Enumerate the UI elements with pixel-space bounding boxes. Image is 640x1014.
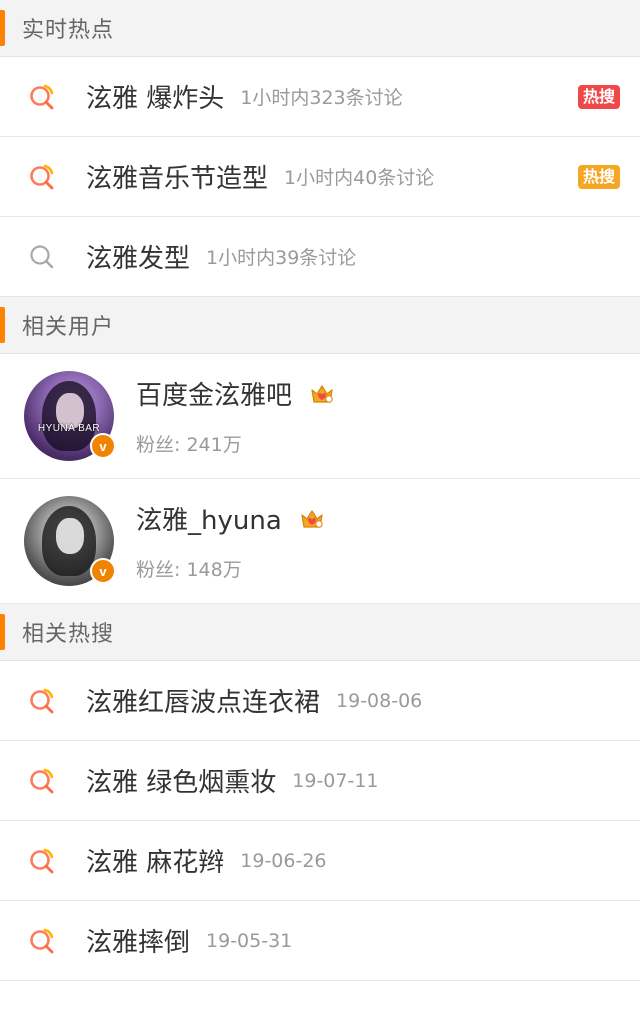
list-item-meta: 1小时内40条讨论 — [284, 167, 435, 189]
search-hot-icon — [30, 84, 54, 109]
list-item[interactable]: 泫雅 麻花辫 19-06-26 — [0, 821, 640, 901]
search-hot-icon — [30, 928, 54, 953]
user-item[interactable]: v 泫雅_hyuna 粉丝: 148万 — [0, 479, 640, 604]
follower-count: 粉丝: 241万 — [136, 434, 242, 456]
list-item-label: 泫雅 绿色烟熏妆 — [86, 768, 277, 798]
section-header-realtime: 实时热点 — [0, 0, 640, 57]
list-item-date: 19-07-11 — [292, 769, 379, 792]
list-item-date: 19-08-06 — [336, 689, 423, 712]
list-item-date: 19-06-26 — [240, 849, 327, 872]
list-item-meta: 1小时内39条讨论 — [206, 247, 357, 269]
list-item-label: 泫雅 爆炸头 — [86, 84, 225, 114]
section-accent-bar — [0, 10, 5, 46]
vip-crown-icon — [311, 384, 333, 403]
list-item-label: 泫雅摔倒 — [86, 928, 191, 958]
section-header-users: 相关用户 — [0, 297, 640, 354]
user-name: 百度金泫雅吧 — [136, 381, 293, 411]
follower-count: 粉丝: 148万 — [136, 559, 242, 581]
avatar[interactable]: HYUNA BAR v — [24, 371, 116, 461]
list-item-label: 泫雅 麻花辫 — [86, 848, 225, 878]
hot-search-badge: 热搜 — [577, 84, 620, 109]
vip-crown-icon — [301, 509, 323, 528]
list-item-date: 19-05-31 — [206, 929, 293, 952]
search-hot-icon — [30, 164, 54, 189]
section-accent-bar — [0, 614, 5, 650]
list-item[interactable]: 泫雅摔倒 19-05-31 — [0, 901, 640, 981]
list-item-label: 泫雅发型 — [86, 244, 191, 274]
list-item-label: 泫雅红唇波点连衣裙 — [86, 688, 321, 718]
section-title: 实时热点 — [22, 18, 115, 43]
list-item[interactable]: 泫雅发型 1小时内39条讨论 — [0, 217, 640, 297]
section-title: 相关用户 — [22, 315, 115, 340]
search-hot-icon — [30, 768, 54, 793]
user-item[interactable]: HYUNA BAR v 百度金泫雅吧 粉丝: 241万 — [0, 354, 640, 479]
list-item-label: 泫雅音乐节造型 — [86, 164, 269, 194]
list-item-meta: 1小时内323条讨论 — [240, 87, 403, 109]
avatar-text: HYUNA BAR — [37, 423, 101, 434]
section-header-related: 相关热搜 — [0, 604, 640, 661]
avatar[interactable]: v — [24, 496, 116, 586]
search-hot-icon — [30, 848, 54, 873]
list-item[interactable]: 泫雅 爆炸头 1小时内323条讨论 热搜 — [0, 57, 640, 137]
verified-badge-icon: v — [90, 433, 116, 459]
search-hot-icon — [30, 688, 54, 713]
section-title: 相关热搜 — [22, 622, 115, 647]
list-item[interactable]: 泫雅音乐节造型 1小时内40条讨论 热搜 — [0, 137, 640, 217]
user-name: 泫雅_hyuna — [136, 506, 282, 536]
list-item[interactable]: 泫雅红唇波点连衣裙 19-08-06 — [0, 661, 640, 741]
verified-badge-icon: v — [90, 558, 116, 584]
hot-search-badge: 热搜 — [577, 164, 620, 189]
section-accent-bar — [0, 307, 5, 343]
search-icon — [30, 244, 54, 268]
list-item[interactable]: 泫雅 绿色烟熏妆 19-07-11 — [0, 741, 640, 821]
